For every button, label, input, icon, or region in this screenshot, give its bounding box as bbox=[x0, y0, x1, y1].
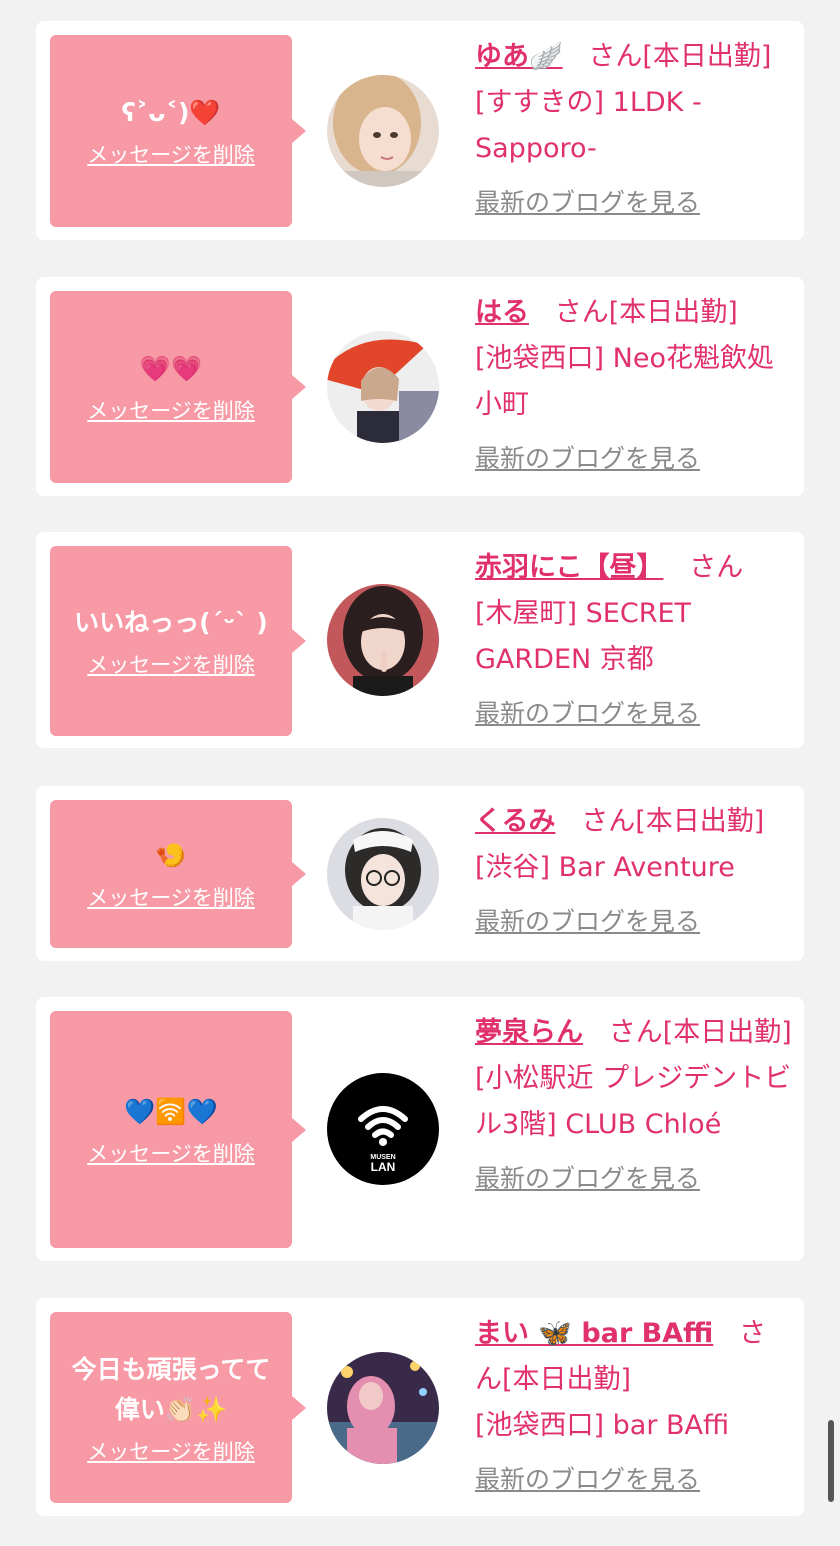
list-item: 今日も頑張ってて偉い👏🏻✨ メッセージを削除 まい 🦋 bar BAffi さん… bbox=[36, 1298, 804, 1516]
san-label: さん bbox=[608, 1017, 663, 1048]
cast-info: はる さん[本日出勤] [池袋西口] Neo花魁飲処 小町 最新のブログを見る bbox=[475, 290, 793, 482]
message-text: 今日も頑張ってて偉い👏🏻✨ bbox=[71, 1354, 271, 1424]
blog-link[interactable]: 最新のブログを見る bbox=[475, 907, 700, 936]
cast-info: 夢泉らん さん[本日出勤] [小松駅近 プレジデントビル3階] CLUB Chl… bbox=[475, 1010, 793, 1202]
list-item: 💙🛜💙 メッセージを削除 MUSEN LAN 夢泉らん さん[本日出勤] [小松… bbox=[36, 997, 804, 1261]
shop-name: [木屋町] SECRET GARDEN 京都 bbox=[475, 598, 692, 675]
blog-link[interactable]: 最新のブログを見る bbox=[475, 188, 700, 217]
san-label: さん bbox=[581, 806, 636, 837]
avatar[interactable] bbox=[327, 818, 439, 930]
status-badge: [本日出勤] bbox=[502, 1364, 632, 1395]
san-label: さん bbox=[689, 552, 744, 583]
blog-link[interactable]: 最新のブログを見る bbox=[475, 1164, 700, 1193]
message-bubble: いいねっっ(ˊᵕˋ ) メッセージを削除 bbox=[50, 546, 306, 736]
cast-info: くるみ さん[本日出勤] [渋谷] Bar Aventure 最新のブログを見る bbox=[475, 799, 793, 945]
delete-message-link[interactable]: メッセージを削除 bbox=[87, 882, 255, 912]
angel-wing-icon: 🪽 bbox=[529, 41, 563, 72]
blog-link[interactable]: 最新のブログを見る bbox=[475, 699, 700, 728]
scrollbar[interactable] bbox=[828, 1420, 834, 1502]
status-badge: [本日出勤] bbox=[642, 41, 772, 72]
message-text: 💙🛜💙 bbox=[124, 1096, 218, 1126]
message-text: 💗💗 bbox=[139, 354, 203, 383]
message-bubble: 今日も頑張ってて偉い👏🏻✨ メッセージを削除 bbox=[50, 1312, 306, 1503]
cast-name-link[interactable]: 夢泉らん bbox=[475, 1017, 583, 1048]
message-list: ʕ˃ᴗ˂)❤️ メッセージを削除 ゆあ🪽 さん[本日出勤] [すすきの] 1LD… bbox=[0, 0, 840, 1546]
shop-name: [すすきの] 1LDK -Sapporo- bbox=[475, 87, 702, 164]
cast-name-link[interactable]: はる bbox=[475, 297, 529, 328]
delete-message-link[interactable]: メッセージを削除 bbox=[87, 1436, 255, 1466]
cast-info: 赤羽にこ【昼】 さん [木屋町] SECRET GARDEN 京都 最新のブログ… bbox=[475, 545, 793, 737]
list-item: いいねっっ(ˊᵕˋ ) メッセージを削除 赤羽にこ【昼】 さん [木屋町] SE… bbox=[36, 532, 804, 748]
avatar[interactable] bbox=[327, 331, 439, 443]
avatar[interactable]: MUSEN LAN bbox=[327, 1073, 439, 1185]
cast-name-link[interactable]: ゆあ🪽 bbox=[475, 41, 563, 72]
delete-message-link[interactable]: メッセージを削除 bbox=[87, 139, 255, 169]
blog-link[interactable]: 最新のブログを見る bbox=[475, 444, 700, 473]
list-item: 💗💗 メッセージを削除 はる さん[本日出勤] [池袋西口] Neo花魁飲処 小… bbox=[36, 277, 804, 496]
cast-info: まい 🦋 bar BAffi さん[本日出勤] [池袋西口] bar BAffi… bbox=[475, 1311, 793, 1503]
status-badge: [本日出勤] bbox=[635, 806, 765, 837]
message-text: ʕ˃ᴗ˂)❤️ bbox=[121, 98, 221, 127]
message-text: いいねっっ(ˊᵕˋ ) bbox=[74, 608, 268, 637]
shop-name: [池袋西口] Neo花魁飲処 小町 bbox=[475, 343, 774, 420]
message-text: 🍤 bbox=[155, 841, 187, 870]
list-item: 🍤 メッセージを削除 くるみ さん[本日出勤] [渋谷] Bar Aventur… bbox=[36, 786, 804, 961]
avatar-text-bottom: LAN bbox=[371, 1160, 396, 1174]
avatar[interactable] bbox=[327, 75, 439, 187]
san-label: さん bbox=[554, 297, 609, 328]
shop-name: [渋谷] Bar Aventure bbox=[475, 852, 735, 883]
blog-link[interactable]: 最新のブログを見る bbox=[475, 1465, 700, 1494]
message-bubble: 🍤 メッセージを削除 bbox=[50, 800, 306, 948]
cast-info: ゆあ🪽 さん[本日出勤] [すすきの] 1LDK -Sapporo- 最新のブロ… bbox=[475, 34, 793, 226]
cast-name-link[interactable]: くるみ bbox=[475, 806, 555, 837]
cast-name-link[interactable]: 赤羽にこ【昼】 bbox=[475, 552, 663, 583]
cast-name-link[interactable]: まい 🦋 bar BAffi bbox=[475, 1318, 713, 1349]
san-label: さん bbox=[588, 41, 643, 72]
shop-name: [小松駅近 プレジデントビル3階] CLUB Chloé bbox=[475, 1063, 792, 1140]
list-item: ʕ˃ᴗ˂)❤️ メッセージを削除 ゆあ🪽 さん[本日出勤] [すすきの] 1LD… bbox=[36, 21, 804, 240]
delete-message-link[interactable]: メッセージを削除 bbox=[87, 649, 255, 679]
status-badge: [本日出勤] bbox=[608, 297, 738, 328]
delete-message-link[interactable]: メッセージを削除 bbox=[87, 395, 255, 425]
shop-name: [池袋西口] bar BAffi bbox=[475, 1410, 730, 1441]
avatar[interactable] bbox=[327, 584, 439, 696]
avatar[interactable] bbox=[327, 1352, 439, 1464]
delete-message-link[interactable]: メッセージを削除 bbox=[87, 1138, 255, 1168]
message-bubble: ʕ˃ᴗ˂)❤️ メッセージを削除 bbox=[50, 35, 306, 227]
status-badge: [本日出勤] bbox=[662, 1017, 792, 1048]
message-bubble: 💗💗 メッセージを削除 bbox=[50, 291, 306, 483]
message-bubble: 💙🛜💙 メッセージを削除 bbox=[50, 1011, 306, 1248]
